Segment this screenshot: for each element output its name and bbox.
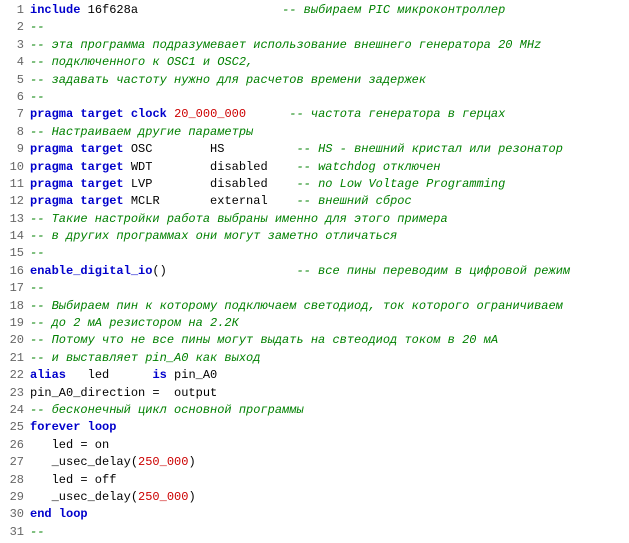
line-number: 3 [4,37,24,54]
line-number: 15 [4,245,24,262]
line-text: -- [30,245,44,262]
line-number: 20 [4,332,24,349]
code-line: 31 -- [4,524,625,541]
code-line: 6 -- [4,89,625,106]
code-line: 8 -- Настраиваем другие параметры [4,124,625,141]
code-line: 15 -- [4,245,625,262]
code-line: 23 pin_A0_direction = output [4,385,625,402]
line-text: pragma target LVP disabled -- no Low Vol… [30,176,505,193]
line-text: _usec_delay(250_000) [30,489,196,506]
line-text: pragma target MCLR external -- внешний с… [30,193,412,210]
line-number: 27 [4,454,24,471]
code-line: 5 -- задавать частоту нужно для расчетов … [4,72,625,89]
line-number: 24 [4,402,24,419]
code-line: 28 led = off [4,472,625,489]
line-number: 5 [4,72,24,89]
line-number: 11 [4,176,24,193]
line-text: -- задавать частоту нужно для расчетов в… [30,72,426,89]
line-number: 6 [4,89,24,106]
code-line: 11 pragma target LVP disabled -- no Low V… [4,176,625,193]
code-line: 25 forever loop [4,419,625,436]
code-line: 17 -- [4,280,625,297]
line-text: pin_A0_direction = output [30,385,217,402]
line-text: pragma target OSC HS -- HS - внешний кри… [30,141,563,158]
line-number: 19 [4,315,24,332]
line-number: 18 [4,298,24,315]
line-text: include 16f628a -- выбираем PIC микрокон… [30,2,505,19]
code-line: 2 -- [4,19,625,36]
code-line: 24 -- бесконечный цикл основной программы [4,402,625,419]
line-text: -- до 2 мА резистором на 2.2К [30,315,239,332]
code-line: 1 include 16f628a -- выбираем PIC микроко… [4,2,625,19]
line-number: 10 [4,159,24,176]
line-number: 28 [4,472,24,489]
line-text: -- [30,280,44,297]
code-line: 9 pragma target OSC HS -- HS - внешний кр… [4,141,625,158]
code-line: 20 -- Потому что не все пины могут выдать… [4,332,625,349]
code-line: 12 pragma target MCLR external -- внешний… [4,193,625,210]
line-number: 9 [4,141,24,158]
code-line: 16 enable_digital_io() -- все пины перево… [4,263,625,280]
code-line: 14 -- в других программах они могут замет… [4,228,625,245]
line-text: -- Потому что не все пины могут выдать н… [30,332,498,349]
line-number: 30 [4,506,24,523]
code-line: 29 _usec_delay(250_000) [4,489,625,506]
code-editor: 1 include 16f628a -- выбираем PIC микроко… [0,0,629,543]
code-line: 7 pragma target clock 20_000_000 -- часто… [4,106,625,123]
code-line: 4 -- подключенного к OSC1 и OSC2, [4,54,625,71]
line-text: pragma target clock 20_000_000 -- частот… [30,106,505,123]
line-number: 13 [4,211,24,228]
line-text: -- Настраиваем другие параметры [30,124,253,141]
line-text: led = off [30,472,116,489]
line-text: -- подключенного к OSC1 и OSC2, [30,54,253,71]
line-number: 17 [4,280,24,297]
line-number: 14 [4,228,24,245]
line-number: 12 [4,193,24,210]
code-line: 22 alias led is pin_A0 [4,367,625,384]
line-text: -- [30,524,44,541]
line-number: 7 [4,106,24,123]
line-number: 2 [4,19,24,36]
code-line: 18 -- Выбираем пин к которому подключаем … [4,298,625,315]
line-text: -- [30,89,44,106]
line-text: end loop [30,506,88,523]
line-text: led = on [30,437,109,454]
line-text: -- и выставляет pin_A0 как выход [30,350,260,367]
line-text: _usec_delay(250_000) [30,454,196,471]
code-line: 30 end loop [4,506,625,523]
line-number: 1 [4,2,24,19]
line-text: -- эта программа подразумевает использов… [30,37,541,54]
line-number: 25 [4,419,24,436]
line-text: forever loop [30,419,116,436]
line-number: 31 [4,524,24,541]
line-number: 26 [4,437,24,454]
line-text: -- бесконечный цикл основной программы [30,402,304,419]
code-line: 13 -- Такие настройки работа выбраны имен… [4,211,625,228]
line-number: 22 [4,367,24,384]
code-line: 26 led = on [4,437,625,454]
line-number: 23 [4,385,24,402]
line-number: 29 [4,489,24,506]
code-line: 27 _usec_delay(250_000) [4,454,625,471]
line-text: enable_digital_io() -- все пины переводи… [30,263,570,280]
line-text: alias led is pin_A0 [30,367,217,384]
code-line: 10 pragma target WDT disabled -- watchdog… [4,159,625,176]
line-number: 21 [4,350,24,367]
code-line: 19 -- до 2 мА резистором на 2.2К [4,315,625,332]
line-text: -- Выбираем пин к которому подключаем св… [30,298,563,315]
line-text: -- в других программах они могут заметно… [30,228,397,245]
line-number: 16 [4,263,24,280]
line-text: -- [30,19,44,36]
code-line: 3 -- эта программа подразумевает использо… [4,37,625,54]
line-text: -- Такие настройки работа выбраны именно… [30,211,448,228]
code-line: 21 -- и выставляет pin_A0 как выход [4,350,625,367]
line-number: 4 [4,54,24,71]
line-number: 8 [4,124,24,141]
line-text: pragma target WDT disabled -- watchdog о… [30,159,441,176]
